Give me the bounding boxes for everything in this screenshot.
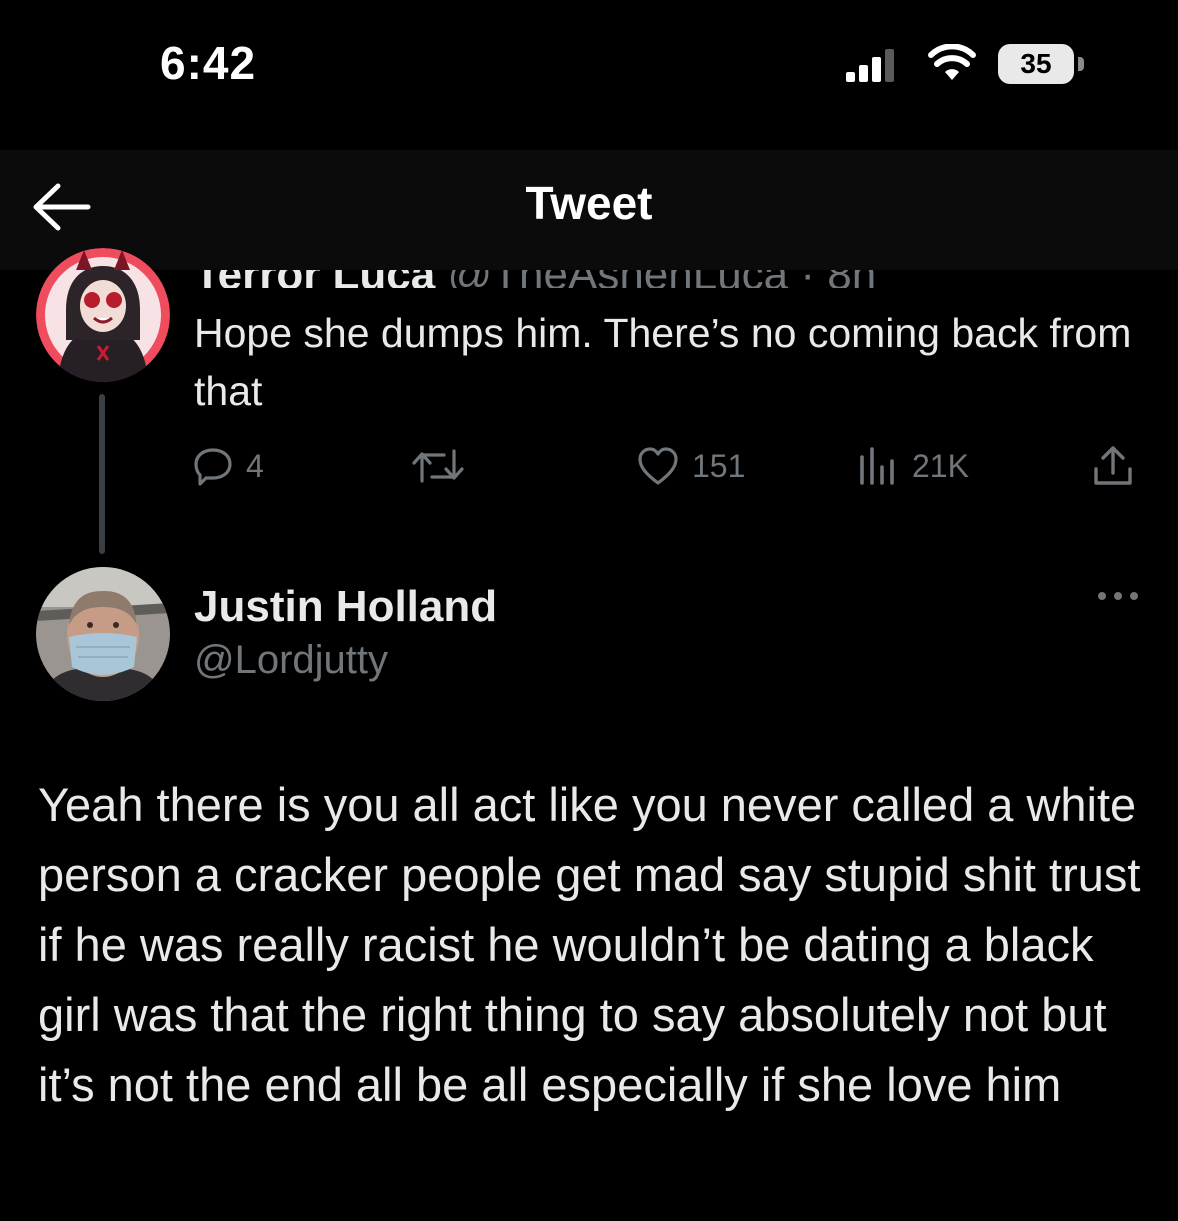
like-count: 151 [692, 447, 746, 484]
battery-level: 35 [1020, 48, 1052, 79]
status-bar: 6:42 35 [0, 0, 1178, 130]
page-title: Tweet [525, 177, 653, 229]
retweet-icon [412, 449, 464, 483]
reply-count: 4 [246, 447, 264, 484]
status-time: 6:42 [160, 37, 257, 89]
reply-button[interactable]: 4 [192, 440, 264, 492]
views-button[interactable]: 21K [856, 440, 969, 492]
parent-tweet-text: Hope she dumps him. There’s no coming ba… [194, 310, 1132, 414]
more-dots-icon[interactable] [1096, 586, 1140, 606]
views-chart-icon [860, 447, 894, 485]
reply-display-name[interactable]: Justin Holland [194, 582, 497, 632]
thread-line [99, 394, 105, 554]
battery-icon: 35 [998, 44, 1088, 84]
avatar[interactable] [36, 567, 170, 701]
tweet-actions: 4 151 21K [190, 440, 1140, 492]
share-button[interactable] [1090, 440, 1136, 492]
views-count: 21K [912, 447, 969, 484]
reply-tweet-text: Yeah there is you all act like you never… [38, 778, 1141, 1111]
share-icon [1094, 446, 1132, 485]
heart-icon [638, 447, 678, 485]
cellular-signal-icon [846, 49, 894, 82]
nav-header: Tweet [0, 150, 1178, 270]
avatar[interactable] [36, 248, 170, 382]
like-button[interactable]: 151 [636, 440, 745, 492]
reply-icon [194, 448, 232, 486]
reply-handle[interactable]: @Lordjutty [194, 638, 388, 683]
retweet-button[interactable] [410, 440, 478, 492]
wifi-icon [928, 44, 976, 80]
